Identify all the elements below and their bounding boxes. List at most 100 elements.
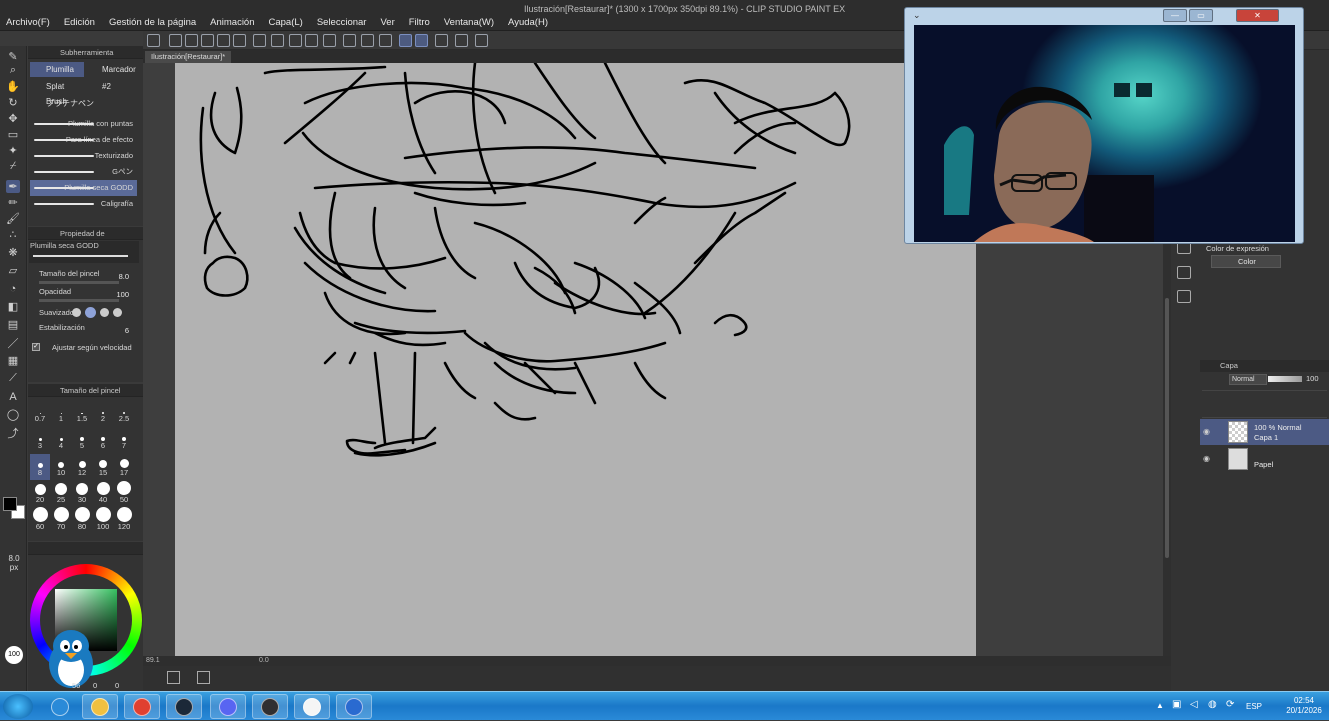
brush-size-preset[interactable]: 60 <box>30 507 50 534</box>
brush-size-field[interactable]: 8.0 <box>119 272 129 281</box>
frame-border-icon[interactable]: ▦ <box>6 354 20 367</box>
pencil-icon[interactable]: ✏ <box>6 196 20 209</box>
smoothing-option[interactable] <box>72 308 81 317</box>
brush-linea-efecto[interactable]: Para línea de efecto <box>30 132 137 148</box>
gradient-icon[interactable]: ▤ <box>6 318 20 331</box>
velocity-checkbox[interactable]: ✓ <box>32 343 40 351</box>
taskbar-app-chrome[interactable] <box>124 694 160 719</box>
start-button[interactable] <box>3 694 33 719</box>
move-pen-icon[interactable]: ✎ <box>6 50 20 63</box>
brush-size-preset[interactable]: 4 <box>51 427 71 453</box>
brush-size-preset[interactable]: 3 <box>30 427 50 453</box>
menu-ver[interactable]: Ver <box>380 17 394 28</box>
brush-plumilla-con-puntas[interactable]: Plumilla con puntas <box>30 116 137 132</box>
ruler-icon[interactable]: ⟋ <box>6 372 20 385</box>
taskbar-app-image-viewer[interactable] <box>336 694 372 719</box>
invert-selection-icon[interactable] <box>361 34 374 47</box>
minimize-button[interactable]: — <box>1163 9 1187 22</box>
menu-seleccionar[interactable]: Seleccionar <box>317 17 367 28</box>
book-icon[interactable] <box>1177 290 1191 303</box>
group-splat-brush[interactable]: Splat Brush <box>30 79 84 106</box>
tab-plumilla[interactable]: Plumilla <box>30 62 84 77</box>
brush-icon[interactable]: 🖌 <box>6 212 20 225</box>
fill-bucket-icon[interactable]: ◧ <box>6 300 20 313</box>
tray-chevron-icon[interactable]: ▲ <box>1156 701 1164 710</box>
menu-gestion-pagina[interactable]: Gestión de la página <box>109 17 196 28</box>
language-indicator[interactable]: ESP <box>1246 702 1262 711</box>
opacity-field[interactable]: 100 <box>116 290 129 299</box>
brush-size-preset[interactable]: 2 <box>93 400 113 426</box>
taskbar-app-clip-studio[interactable] <box>294 694 330 719</box>
brush-size-preset[interactable]: 1 <box>51 400 71 426</box>
brush-size-slider[interactable] <box>39 281 119 284</box>
brush-size-preset[interactable]: 8 <box>30 454 50 480</box>
menu-ayuda[interactable]: Ayuda(H) <box>508 17 548 28</box>
stabilization-field[interactable]: 6 <box>125 326 129 335</box>
zoom-icon[interactable]: ⌕ <box>6 64 20 77</box>
brush-size-preset[interactable]: 30 <box>72 481 92 507</box>
brush-plumilla-seca-godd[interactable]: Plumilla seca GODD <box>30 180 137 196</box>
deselect-icon[interactable] <box>343 34 356 47</box>
brush-size-preset[interactable]: 20 <box>30 481 50 507</box>
eye-icon[interactable]: ◉ <box>1203 454 1210 463</box>
hand-icon[interactable]: ✋ <box>6 80 20 93</box>
transform-icon[interactable] <box>323 34 336 47</box>
blend-mode-select[interactable]: Normal <box>1229 374 1267 385</box>
group-2[interactable]: #2 <box>86 79 140 94</box>
brush-size-preset[interactable]: 120 <box>114 507 134 534</box>
print-icon[interactable] <box>217 34 230 47</box>
clear-outside-icon[interactable] <box>289 34 302 47</box>
blend-icon[interactable]: ◔ <box>6 282 20 295</box>
webcam-title-bar[interactable]: ⌄ — ▭ ✕ <box>905 8 1303 24</box>
menu-edicion[interactable]: Edición <box>64 17 95 28</box>
pen-icon[interactable]: ✒ <box>6 180 20 193</box>
layer-row-capa-1[interactable]: ◉ 100 % Normal Capa 1 <box>1200 419 1329 445</box>
brush-opacity-indicator[interactable]: 100 <box>5 646 23 664</box>
group-platinum-pen[interactable]: プラチナペン <box>30 96 100 111</box>
brush-size-preset[interactable]: 0.7 <box>30 400 50 426</box>
brush-size-preset[interactable]: 50 <box>114 481 134 507</box>
canvas-paper[interactable] <box>175 61 976 656</box>
maximize-button[interactable]: ▭ <box>1189 9 1213 22</box>
menu-archivo[interactable]: Archivo(F) <box>6 17 50 28</box>
smoothing-option[interactable] <box>113 308 122 317</box>
move-layer-icon[interactable]: ✥ <box>6 112 20 125</box>
eyedropper-icon[interactable]: ⌿ <box>6 160 20 173</box>
clear-icon[interactable] <box>271 34 284 47</box>
rotation-field[interactable]: 0.0 <box>259 657 269 664</box>
taskbar-app-steam[interactable] <box>166 694 202 719</box>
menu-ventana[interactable]: Ventana(W) <box>444 17 494 28</box>
camera-icon[interactable] <box>1177 266 1191 279</box>
brush-g-pen[interactable]: Gペン <box>30 164 137 180</box>
figure-icon[interactable]: ／ <box>6 336 20 350</box>
taskbar-app-obs[interactable] <box>252 694 288 719</box>
brush-size-preset[interactable]: 17 <box>114 454 134 480</box>
taskbar-app-folder[interactable] <box>82 694 118 719</box>
brush-texturizado[interactable]: Texturizado <box>30 148 137 164</box>
airbrush-icon[interactable]: ∴ <box>6 228 20 241</box>
expression-color-select[interactable]: Color <box>1211 255 1281 268</box>
brush-size-preset[interactable]: 40 <box>93 481 113 507</box>
clip-studio-menu-icon[interactable] <box>147 34 160 47</box>
fill-icon[interactable] <box>305 34 318 47</box>
help-icon[interactable] <box>475 34 488 47</box>
decoration-icon[interactable]: ❋ <box>6 246 20 259</box>
taskbar-app-discord[interactable] <box>210 694 246 719</box>
menu-capa[interactable]: Capa(L) <box>269 17 303 28</box>
close-button[interactable]: ✕ <box>1236 9 1279 22</box>
brush-size-preset[interactable]: 12 <box>72 454 92 480</box>
layer-opacity-slider[interactable] <box>1268 376 1302 382</box>
tab-marcador[interactable]: Marcador <box>86 62 140 77</box>
brush-size-preset[interactable]: 1.5 <box>72 400 92 426</box>
snap-grid-icon[interactable] <box>435 34 448 47</box>
balloon-icon[interactable]: ◯ <box>6 408 20 421</box>
layer-row-papel[interactable]: ◉ Papel <box>1200 446 1329 472</box>
brush-size-preset[interactable]: 80 <box>72 507 92 534</box>
brush-size-preset[interactable]: 5 <box>72 427 92 453</box>
smoothing-options[interactable] <box>70 307 130 318</box>
brush-size-preset[interactable]: 6 <box>93 427 113 453</box>
brush-size-preset[interactable]: 7 <box>114 427 134 453</box>
document-tab[interactable]: Ilustración[Restaurar]* <box>145 51 232 63</box>
open-file-icon[interactable] <box>185 34 198 47</box>
text-icon[interactable]: A <box>6 390 20 403</box>
